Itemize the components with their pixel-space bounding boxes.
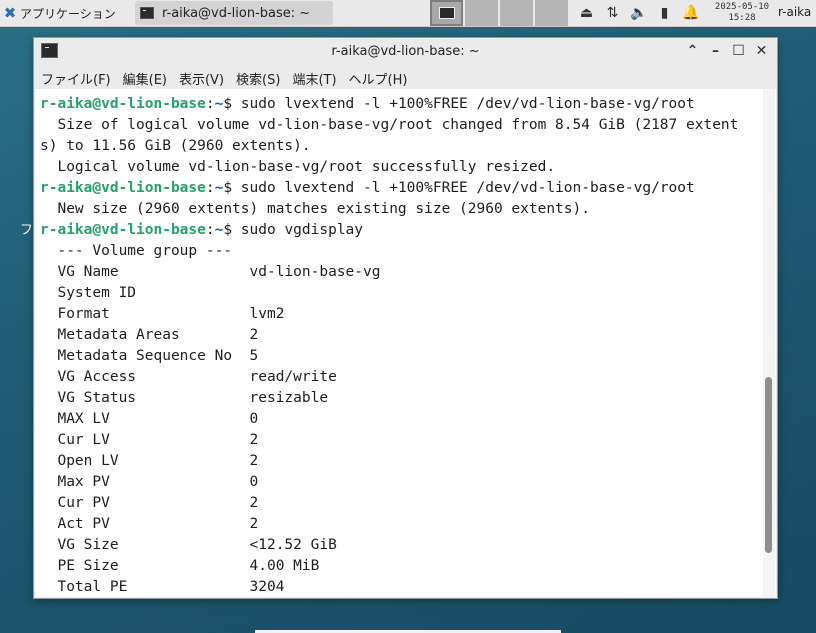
menu-bar: ファイル(F) 編集(E) 表示(V) 検索(S) 端末(T) ヘルプ(H) bbox=[34, 67, 777, 89]
prompt-separator: : bbox=[205, 180, 215, 196]
terminal-output-line: Cur LV 2 bbox=[40, 432, 259, 448]
prompt-separator: : bbox=[205, 96, 215, 112]
workspace-switcher bbox=[430, 0, 568, 26]
terminal-output-line: PE Size 4.00 MiB bbox=[40, 558, 320, 574]
terminal-output-line: VG Access read/write bbox=[40, 369, 337, 385]
minimize-button[interactable]: – bbox=[707, 42, 724, 60]
prompt-user-host: r-aika@vd-lion-base bbox=[40, 222, 206, 238]
terminal-command-line: r-aika@vd-lion-base:~$ sudo lvextend -l … bbox=[40, 94, 762, 115]
chevron-up-icon[interactable]: ⌃ bbox=[684, 42, 701, 60]
menu-edit[interactable]: 編集(E) bbox=[123, 69, 167, 88]
terminal-output-line: Max PV 0 bbox=[40, 474, 259, 490]
scrollbar-thumb[interactable] bbox=[765, 377, 772, 553]
clock[interactable]: 2025-05-10 15:28 bbox=[712, 2, 772, 24]
menu-help[interactable]: ヘルプ(H) bbox=[349, 69, 408, 88]
terminal-command-line: r-aika@vd-lion-base:~$ sudo lvextend -l … bbox=[40, 178, 762, 199]
taskbar-terminal-button[interactable]: r-aika@vd-lion-base: ~ bbox=[135, 1, 333, 25]
prompt-separator: : bbox=[205, 222, 215, 238]
workspace-2[interactable] bbox=[465, 0, 498, 26]
menu-search[interactable]: 検索(S) bbox=[236, 69, 280, 88]
terminal-output-line: System ID bbox=[40, 285, 137, 301]
top-panel: ✖ アプリケーション r-aika@vd-lion-base: ~ ⏏ ⇅ 🔈 … bbox=[0, 0, 816, 27]
command-text: $ sudo lvextend -l +100%FREE /dev/vd-lio… bbox=[223, 96, 695, 112]
network-icon[interactable]: ⇅ bbox=[604, 5, 621, 21]
terminal-output-line: Metadata Sequence No 5 bbox=[40, 348, 259, 364]
clock-date: 2025-05-10 bbox=[714, 2, 770, 12]
terminal-output-line: Total PE 3204 bbox=[40, 579, 285, 595]
command-text: $ sudo vgdisplay bbox=[223, 222, 364, 238]
notification-bell-icon[interactable]: 🔔 bbox=[682, 5, 699, 21]
terminal-output-line: Open LV 2 bbox=[40, 453, 259, 469]
terminal-output-line: --- Volume group --- bbox=[40, 243, 233, 259]
menu-file[interactable]: ファイル(F) bbox=[41, 69, 111, 88]
terminal-output-line: Act PV 2 bbox=[40, 516, 259, 532]
terminal-output-line: Size of logical volume vd-lion-base-vg/r… bbox=[40, 117, 739, 133]
window-titlebar[interactable]: r-aika@vd-lion-base: ~ ⌃ – ☐ ✕ bbox=[34, 38, 777, 66]
workspace-window-thumbnail bbox=[438, 7, 455, 19]
prompt-user-host: r-aika@vd-lion-base bbox=[40, 180, 206, 196]
terminal-output-line: s) to 11.56 GiB (2960 extents). bbox=[40, 138, 311, 154]
terminal-output-line: Format lvm2 bbox=[40, 306, 285, 322]
terminal-output-line: VG Name vd-lion-base-vg bbox=[40, 264, 381, 280]
applications-menu-label: アプリケーション bbox=[20, 6, 116, 21]
clock-time: 15:28 bbox=[728, 13, 756, 23]
command-text: $ sudo lvextend -l +100%FREE /dev/vd-lio… bbox=[223, 180, 695, 196]
removable-drive-icon[interactable]: ⏏ bbox=[578, 5, 595, 21]
terminal-window: r-aika@vd-lion-base: ~ ⌃ – ☐ ✕ ファイル(F) 編… bbox=[33, 37, 778, 599]
terminal-output: r-aika@vd-lion-base:~$ sudo lvextend -l … bbox=[40, 94, 762, 597]
close-button[interactable]: ✕ bbox=[753, 42, 770, 60]
terminal-output-line: MAX LV 0 bbox=[40, 411, 259, 427]
terminal-output-line: Logical volume vd-lion-base-vg/root succ… bbox=[40, 159, 556, 175]
terminal-area[interactable]: r-aika@vd-lion-base:~$ sudo lvextend -l … bbox=[35, 89, 776, 597]
terminal-output-line: VG Size <12.52 GiB bbox=[40, 537, 337, 553]
applications-menu-button[interactable]: ✖ アプリケーション bbox=[0, 0, 133, 26]
desktop-icon-label[interactable]: フ bbox=[20, 219, 33, 238]
xfce-logo-icon: ✖ bbox=[3, 4, 17, 22]
prompt-user-host: r-aika@vd-lion-base bbox=[40, 96, 206, 112]
scrollbar[interactable] bbox=[763, 89, 775, 597]
terminal-command-line: r-aika@vd-lion-base:~$ sudo vgdisplay bbox=[40, 220, 762, 241]
system-tray: ⏏ ⇅ 🔈 ▮ 🔔 bbox=[578, 0, 700, 26]
terminal-output-line: Cur PV 2 bbox=[40, 495, 259, 511]
terminal-output-line: New size (2960 extents) matches existing… bbox=[40, 201, 590, 217]
terminal-output-line: Metadata Areas 2 bbox=[40, 327, 259, 343]
battery-icon[interactable]: ▮ bbox=[656, 5, 673, 21]
workspace-1[interactable] bbox=[430, 0, 463, 26]
workspace-4[interactable] bbox=[535, 0, 568, 26]
window-title: r-aika@vd-lion-base: ~ bbox=[331, 44, 480, 59]
taskbar-terminal-label: r-aika@vd-lion-base: ~ bbox=[162, 5, 311, 21]
terminal-output-line: VG Status resizable bbox=[40, 390, 329, 406]
volume-icon[interactable]: 🔈 bbox=[630, 5, 647, 21]
terminal-icon bbox=[140, 7, 154, 19]
user-menu[interactable]: r-aika bbox=[778, 5, 811, 19]
workspace-3[interactable] bbox=[500, 0, 533, 26]
menu-terminal[interactable]: 端末(T) bbox=[292, 69, 336, 88]
menu-view[interactable]: 表示(V) bbox=[179, 69, 224, 88]
maximize-button[interactable]: ☐ bbox=[730, 42, 747, 60]
